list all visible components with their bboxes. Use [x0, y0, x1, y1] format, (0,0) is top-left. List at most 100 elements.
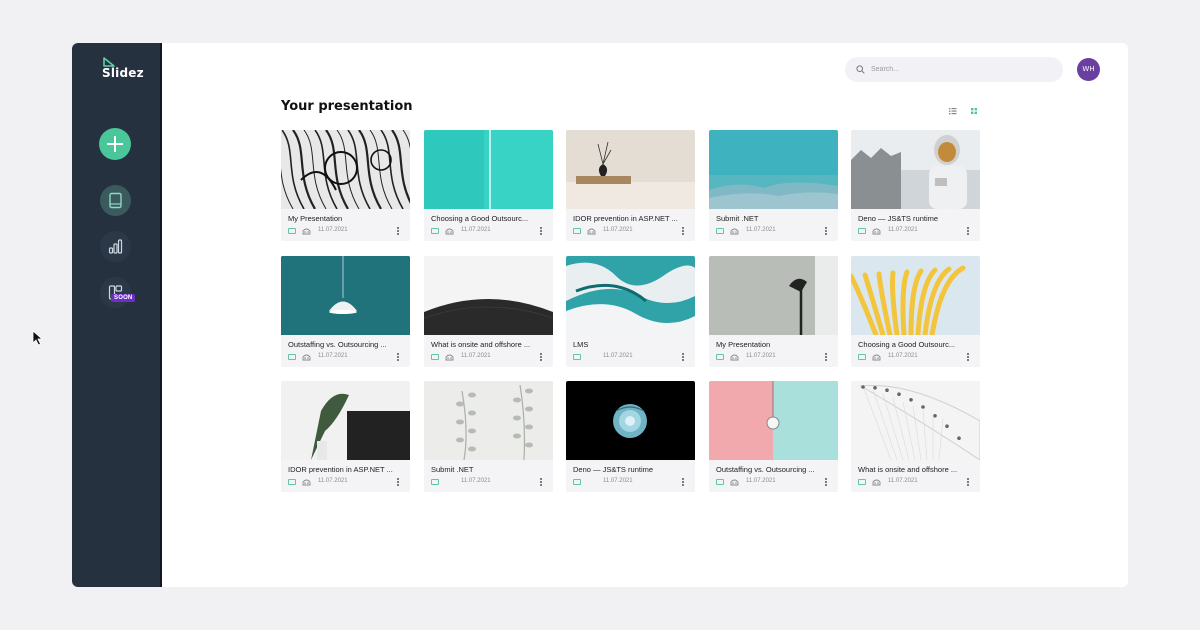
search-input[interactable] [871, 61, 1051, 78]
presentation-title[interactable]: Deno — JS&TS runtime [573, 465, 688, 474]
presentation-title[interactable]: Choosing a Good Outsourc... [858, 340, 973, 349]
more-options-icon[interactable] [825, 227, 828, 235]
book-icon [109, 192, 122, 209]
more-options-icon[interactable] [967, 478, 970, 486]
presentation-thumbnail[interactable] [424, 130, 553, 209]
presentation-date: 11.07.2021 [461, 353, 491, 359]
search-icon [856, 65, 865, 74]
presentation-date: 11.07.2021 [603, 227, 633, 233]
presentation-thumbnail[interactable] [851, 256, 980, 335]
more-options-icon[interactable] [967, 227, 970, 235]
shared-icon [302, 354, 311, 361]
presentation-card[interactable]: My Presentation 11.07.2021 [709, 256, 838, 367]
presentation-card[interactable]: Submit .NET 11.07.2021 [709, 130, 838, 241]
presentation-card[interactable]: What is onsite and offshore ... 11.07.202… [851, 381, 980, 492]
presentation-thumbnail[interactable] [709, 130, 838, 209]
presentation-date: 11.07.2021 [746, 227, 776, 233]
presentation-title[interactable]: IDOR prevention in ASP.NET ... [573, 214, 688, 223]
presentation-date: 11.07.2021 [888, 478, 918, 484]
shared-icon [302, 228, 311, 235]
shared-icon [872, 479, 881, 486]
presentation-thumbnail[interactable] [851, 130, 980, 209]
card-meta: 11.07.2021 [716, 353, 834, 361]
presentation-date: 11.07.2021 [461, 478, 491, 484]
sidebar-item-templates[interactable] [100, 277, 131, 308]
presentation-thumbnail[interactable] [709, 256, 838, 335]
presentation-date: 11.07.2021 [318, 227, 348, 233]
shared-icon [730, 228, 739, 235]
presentation-date: 11.07.2021 [318, 478, 348, 484]
slides-icon [288, 479, 296, 485]
more-options-icon[interactable] [682, 478, 685, 486]
sidebar-item-analytics[interactable] [100, 231, 131, 262]
presentation-thumbnail[interactable] [281, 130, 410, 209]
presentation-title[interactable]: LMS [573, 340, 688, 349]
presentation-thumbnail[interactable] [281, 256, 410, 335]
new-presentation-button[interactable] [99, 128, 131, 160]
more-options-icon[interactable] [397, 353, 400, 361]
slides-icon [858, 354, 866, 360]
presentation-card[interactable]: IDOR prevention in ASP.NET ... 11.07.2021 [281, 381, 410, 492]
presentation-thumbnail[interactable] [424, 381, 553, 460]
slidez-logo[interactable]: Slidez [100, 57, 144, 81]
presentation-thumbnail[interactable] [851, 381, 980, 460]
presentation-card[interactable]: LMS 11.07.2021 [566, 256, 695, 367]
user-avatar[interactable]: WH [1077, 58, 1100, 81]
slides-icon [431, 228, 439, 234]
presentation-title[interactable]: Submit .NET [431, 465, 546, 474]
card-meta: 11.07.2021 [858, 353, 976, 361]
presentation-date: 11.07.2021 [888, 353, 918, 359]
presentation-title[interactable]: What is onsite and offshore ... [431, 340, 546, 349]
presentation-card[interactable]: My Presentation 11.07.2021 [281, 130, 410, 241]
presentation-card[interactable]: Choosing a Good Outsourc... 11.07.2021 [851, 256, 980, 367]
shared-icon [730, 354, 739, 361]
presentation-title[interactable]: My Presentation [288, 214, 403, 223]
shared-icon [587, 228, 596, 235]
shared-icon [302, 479, 311, 486]
more-options-icon[interactable] [967, 353, 970, 361]
card-meta: 11.07.2021 [288, 478, 406, 486]
card-meta: 11.07.2021 [431, 478, 549, 486]
presentation-title[interactable]: Deno — JS&TS runtime [858, 214, 973, 223]
presentation-thumbnail[interactable] [566, 256, 695, 335]
more-options-icon[interactable] [397, 227, 400, 235]
presentation-thumbnail[interactable] [424, 256, 553, 335]
presentation-title[interactable]: What is onsite and offshore ... [858, 465, 973, 474]
presentation-card[interactable]: Submit .NET 11.07.2021 [424, 381, 553, 492]
presentation-title[interactable]: Submit .NET [716, 214, 831, 223]
presentation-card[interactable]: Choosing a Good Outsourc... 11.07.2021 [424, 130, 553, 241]
presentation-thumbnail[interactable] [566, 381, 695, 460]
card-meta: 11.07.2021 [858, 227, 976, 235]
presentation-card[interactable]: What is onsite and offshore ... 11.07.202… [424, 256, 553, 367]
presentation-thumbnail[interactable] [709, 381, 838, 460]
more-options-icon[interactable] [825, 353, 828, 361]
presentation-card[interactable]: Deno — JS&TS runtime 11.07.2021 [566, 381, 695, 492]
more-options-icon[interactable] [825, 478, 828, 486]
card-meta: 11.07.2021 [716, 227, 834, 235]
soon-badge: SOON [111, 294, 136, 302]
presentation-title[interactable]: Outstaffing vs. Outsourcing ... [716, 465, 831, 474]
presentation-card[interactable]: IDOR prevention in ASP.NET ... 11.07.2021 [566, 130, 695, 241]
shared-icon [872, 228, 881, 235]
presentation-title[interactable]: Outstaffing vs. Outsourcing ... [288, 340, 403, 349]
search-bar[interactable] [845, 57, 1063, 82]
grid-view-icon[interactable] [967, 104, 981, 118]
sidebar: Slidez SOON [72, 43, 162, 587]
presentation-title[interactable]: My Presentation [716, 340, 831, 349]
presentation-card[interactable]: Outstaffing vs. Outsourcing ... 11.07.202… [709, 381, 838, 492]
more-options-icon[interactable] [540, 478, 543, 486]
presentation-title[interactable]: IDOR prevention in ASP.NET ... [288, 465, 403, 474]
list-view-icon[interactable] [946, 104, 960, 118]
presentation-title[interactable]: Choosing a Good Outsourc... [431, 214, 546, 223]
presentation-card[interactable]: Outstaffing vs. Outsourcing ... 11.07.202… [281, 256, 410, 367]
more-options-icon[interactable] [682, 227, 685, 235]
more-options-icon[interactable] [540, 227, 543, 235]
sidebar-item-library[interactable] [100, 185, 131, 216]
more-options-icon[interactable] [397, 478, 400, 486]
more-options-icon[interactable] [682, 353, 685, 361]
presentation-card[interactable]: Deno — JS&TS runtime 11.07.2021 [851, 130, 980, 241]
shared-icon [445, 354, 454, 361]
presentation-thumbnail[interactable] [281, 381, 410, 460]
more-options-icon[interactable] [540, 353, 543, 361]
presentation-thumbnail[interactable] [566, 130, 695, 209]
